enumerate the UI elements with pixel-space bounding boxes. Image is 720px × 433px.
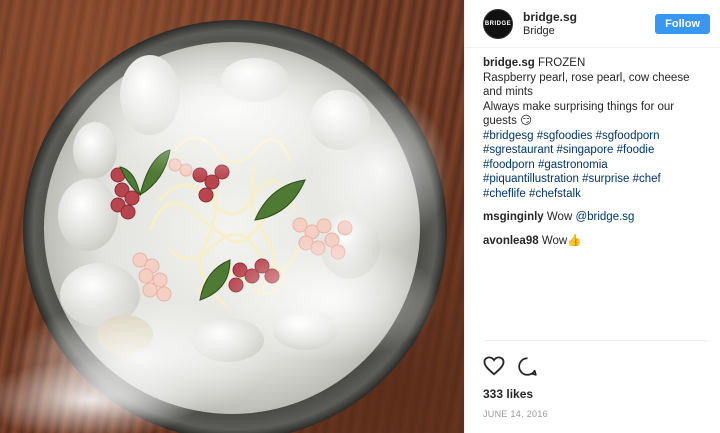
likes-count[interactable]: 333 likes (483, 387, 708, 401)
post-actions: 333 likes JUNE 14, 2016 (483, 340, 708, 419)
caption-line-2: Raspberry pearl, rose pearl, cow cheese … (483, 71, 690, 99)
hashtag-link[interactable]: #chefstalk (529, 188, 581, 200)
dessert-bowl-illustration (0, 20, 450, 433)
instagram-post: BRIDGE bridge.sg Bridge Follow bridge.sg… (0, 0, 720, 433)
hashtag-link[interactable]: #singapore (557, 144, 614, 156)
caption-username[interactable]: bridge.sg (483, 57, 535, 69)
follow-button[interactable]: Follow (655, 13, 710, 34)
hashtag-link[interactable]: #foodie (617, 144, 655, 156)
action-icons (483, 355, 708, 377)
post-header: BRIDGE bridge.sg Bridge Follow (465, 0, 720, 48)
comment-text: Wow (546, 211, 576, 223)
caption-line-1: FROZEN (537, 57, 586, 69)
hashtag-link[interactable]: #bridgesg (483, 130, 534, 142)
post-side-panel: BRIDGE bridge.sg Bridge Follow bridge.sg… (464, 0, 720, 433)
hashtag-link[interactable]: #sgfoodies (537, 130, 593, 142)
hashtag-link[interactable]: #foodporn (483, 159, 535, 171)
hashtag-link[interactable]: #sgrestaurant (483, 144, 553, 156)
hashtag-link[interactable]: #chef (633, 173, 661, 185)
comment-bubble-icon[interactable] (517, 356, 538, 377)
post-date[interactable]: JUNE 14, 2016 (483, 409, 708, 419)
comment-item: msginginly Wow @bridge.sg (483, 210, 708, 225)
user-block: bridge.sg Bridge (523, 10, 655, 38)
avatar[interactable]: BRIDGE (483, 8, 513, 39)
caption-hashtags: #bridgesg #sgfoodies #sgfoodporn #sgresta… (483, 130, 661, 200)
post-photo[interactable] (0, 0, 464, 433)
post-caption: bridge.sg FROZEN Raspberry pearl, rose p… (483, 56, 708, 201)
header-username[interactable]: bridge.sg (523, 10, 655, 24)
header-location[interactable]: Bridge (523, 24, 655, 38)
hashtag-link[interactable]: #piquantillustration (483, 173, 579, 185)
comment-username[interactable]: msginginly (483, 211, 544, 223)
avatar-logo-text: BRIDGE (484, 20, 512, 27)
comment-item: avonlea98 Wow👍 (483, 234, 708, 249)
comments-section: bridge.sg FROZEN Raspberry pearl, rose p… (465, 48, 720, 248)
comment-text: Wow👍 (541, 234, 582, 247)
hashtag-link[interactable]: #cheflife (483, 188, 526, 200)
comment-username[interactable]: avonlea98 (483, 235, 539, 247)
hashtag-link[interactable]: #surprise (582, 173, 629, 185)
caption-line-3: Always make surprising things for our gu… (483, 100, 675, 128)
hashtag-link[interactable]: #gastronomia (538, 159, 608, 171)
heart-outline-icon[interactable] (483, 356, 505, 376)
hashtag-link[interactable]: #sgfoodporn (596, 130, 660, 142)
comment-mention[interactable]: @bridge.sg (575, 211, 634, 223)
